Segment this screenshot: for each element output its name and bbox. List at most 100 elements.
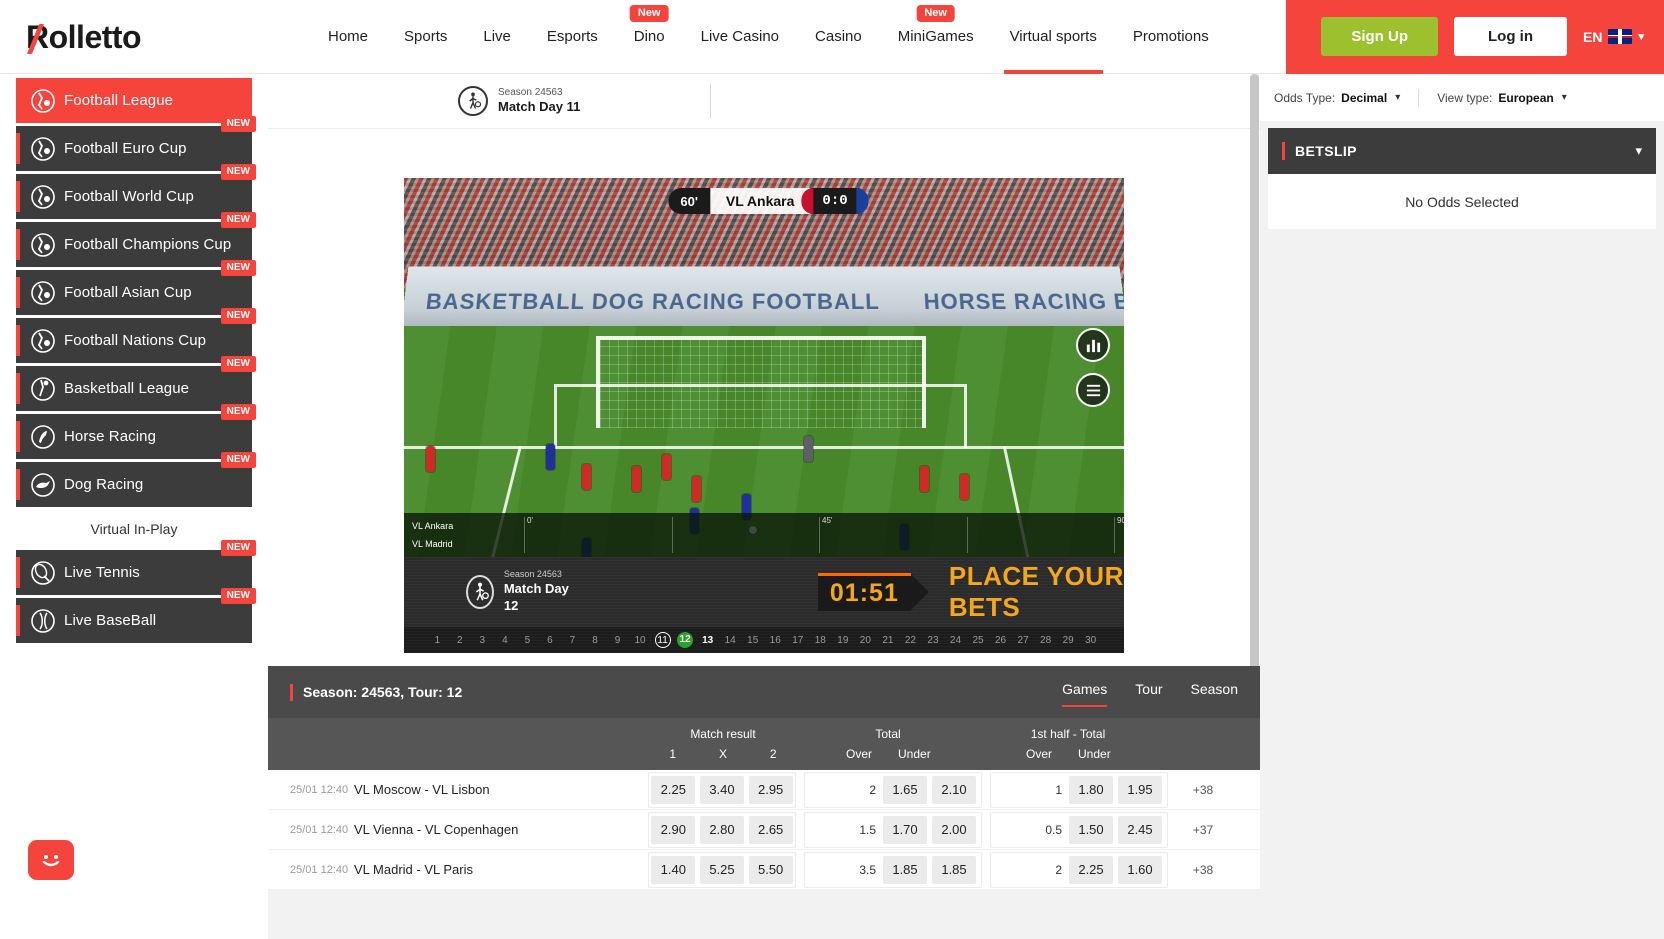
day-cell[interactable]: 18	[809, 635, 832, 646]
day-cell-previous[interactable]: 11	[651, 632, 674, 648]
day-cell[interactable]: 3	[471, 635, 494, 646]
banner-matchday-label: Match Day 12	[503, 580, 569, 613]
chevron-down-icon[interactable]: ▾	[1395, 92, 1400, 103]
sidebar-item-football-asian-cup[interactable]: Football Asian Cup NEW	[16, 260, 256, 315]
day-cell[interactable]: 1	[426, 635, 449, 646]
day-cell[interactable]: 9	[606, 635, 629, 646]
odd-home[interactable]: 2.25	[651, 775, 696, 804]
day-cell[interactable]: 29	[1057, 635, 1080, 646]
stats-icon[interactable]	[1076, 328, 1110, 362]
sidebar-item-live-baseball[interactable]: Live BaseBall NEW	[16, 588, 256, 643]
day-cell[interactable]: 2	[449, 635, 472, 646]
odd-half-over[interactable]: 1.50	[1069, 815, 1113, 844]
more-markets-link[interactable]: +38	[1168, 783, 1238, 797]
odd-draw[interactable]: 5.25	[699, 855, 744, 884]
day-cell[interactable]: 10	[629, 635, 652, 646]
day-cell-current[interactable]: 12	[674, 632, 697, 648]
day-cell-next[interactable]: 13	[696, 635, 719, 646]
nav-item-esports[interactable]: Esports	[529, 0, 616, 74]
day-cell[interactable]: 14	[719, 635, 742, 646]
odd-half-under[interactable]: 1.95	[1118, 775, 1162, 804]
day-cell[interactable]: 15	[741, 635, 764, 646]
day-cell[interactable]: 27	[1012, 635, 1035, 646]
day-cell[interactable]: 21	[877, 635, 900, 646]
chevron-down-icon[interactable]: ▾	[1562, 92, 1567, 103]
day-cell[interactable]: 23	[922, 635, 945, 646]
odds-type-value[interactable]: Decimal	[1341, 91, 1387, 105]
nav-item-dino[interactable]: New Dino	[616, 0, 683, 74]
odd-over[interactable]: 1.70	[883, 815, 927, 844]
day-cell[interactable]: 25	[967, 635, 990, 646]
nav-item-home[interactable]: Home	[310, 0, 386, 74]
view-type-value[interactable]: European	[1498, 91, 1553, 105]
day-cell[interactable]: 16	[764, 635, 787, 646]
odd-home[interactable]: 2.90	[651, 815, 696, 844]
day-cell[interactable]: 26	[989, 635, 1012, 646]
match-name[interactable]: VL Vienna - VL Copenhagen	[354, 822, 648, 837]
nav-item-sports[interactable]: Sports	[386, 0, 465, 74]
sidebar-item-dog-racing[interactable]: Dog Racing NEW	[16, 452, 256, 507]
day-cell[interactable]: 19	[832, 635, 855, 646]
half-total-line: 1	[1055, 782, 1062, 797]
odd-away[interactable]: 2.95	[748, 775, 793, 804]
odds-group-match-result: 2.25 3.40 2.95	[648, 771, 796, 808]
sidebar-item-football-euro-cup[interactable]: Football Euro Cup NEW	[16, 116, 256, 171]
nav-item-live-casino[interactable]: Live Casino	[683, 0, 797, 74]
sidebar-item-football-nations-cup[interactable]: Football Nations Cup NEW	[16, 308, 256, 363]
tab-tour[interactable]: Tour	[1135, 681, 1162, 703]
match-name[interactable]: VL Madrid - VL Paris	[354, 862, 648, 877]
chat-widget-button[interactable]	[28, 840, 74, 880]
odd-home[interactable]: 1.40	[651, 855, 696, 884]
odd-under[interactable]: 1.85	[932, 855, 976, 884]
odd-under[interactable]: 2.00	[932, 815, 976, 844]
match-name[interactable]: VL Moscow - VL Lisbon	[354, 782, 648, 797]
tab-season[interactable]: Season	[1191, 681, 1238, 703]
nav-item-virtual-sports[interactable]: Virtual sports	[992, 0, 1115, 74]
sidebar-item-football-world-cup[interactable]: Football World Cup NEW	[16, 164, 256, 219]
more-markets-link[interactable]: +38	[1168, 863, 1238, 877]
day-cell[interactable]: 28	[1034, 635, 1057, 646]
day-cell[interactable]: 4	[494, 635, 517, 646]
sidebar-item-horse-racing[interactable]: Horse Racing NEW	[16, 404, 256, 459]
tab-games[interactable]: Games	[1062, 681, 1108, 707]
day-cell[interactable]: 17	[787, 635, 810, 646]
day-cell[interactable]: 6	[539, 635, 562, 646]
sidebar-item-football-champions-cup[interactable]: Football Champions Cup NEW	[16, 212, 256, 267]
day-cell[interactable]: 20	[854, 635, 877, 646]
sidebar-item-basketball-league[interactable]: Basketball League NEW	[16, 356, 256, 411]
sidebar-item-live-tennis[interactable]: Live Tennis NEW	[16, 540, 256, 595]
day-cell[interactable]: 22	[899, 635, 922, 646]
odd-draw[interactable]: 3.40	[699, 775, 744, 804]
day-cell[interactable]: 30	[1079, 635, 1102, 646]
virtual-match-video[interactable]: BASKETBALL DOG RACING FOOTBALL HORSE RAC…	[404, 178, 1124, 653]
odd-over[interactable]: 1.85	[883, 855, 927, 884]
nav-item-minigames[interactable]: New MiniGames	[880, 0, 992, 74]
language-selector[interactable]: EN ▾	[1583, 29, 1644, 45]
brand-logo[interactable]: Rolletto	[0, 0, 300, 74]
chevron-down-icon[interactable]: ▾	[1635, 143, 1642, 159]
nav-item-live[interactable]: Live	[465, 0, 529, 74]
odd-half-over[interactable]: 1.80	[1069, 775, 1113, 804]
day-cell[interactable]: 8	[584, 635, 607, 646]
log-in-button[interactable]: Log in	[1454, 17, 1568, 56]
odd-away[interactable]: 5.50	[748, 855, 793, 884]
list-icon[interactable]	[1076, 373, 1110, 407]
odd-under[interactable]: 2.10	[932, 775, 976, 804]
odd-half-under[interactable]: 1.60	[1118, 855, 1162, 884]
more-markets-link[interactable]: +37	[1168, 823, 1238, 837]
odd-draw[interactable]: 2.80	[699, 815, 744, 844]
sign-up-button[interactable]: Sign Up	[1321, 17, 1439, 56]
nav-item-promotions[interactable]: Promotions	[1115, 0, 1227, 74]
scrollbar-thumb[interactable]	[1250, 74, 1259, 714]
day-cell[interactable]: 24	[944, 635, 967, 646]
day-cell[interactable]: 7	[561, 635, 584, 646]
odds-group-total: 1.5 1.70 2.00	[804, 811, 982, 848]
odd-away[interactable]: 2.65	[748, 815, 793, 844]
nav-item-casino[interactable]: Casino	[797, 0, 880, 74]
sub-col-over: Over	[1026, 747, 1053, 761]
day-cell[interactable]: 5	[516, 635, 539, 646]
odd-over[interactable]: 1.65	[883, 775, 927, 804]
odd-half-over[interactable]: 2.25	[1069, 855, 1113, 884]
sidebar-item-football-league[interactable]: Football League	[16, 78, 252, 123]
odd-half-under[interactable]: 2.45	[1118, 815, 1162, 844]
